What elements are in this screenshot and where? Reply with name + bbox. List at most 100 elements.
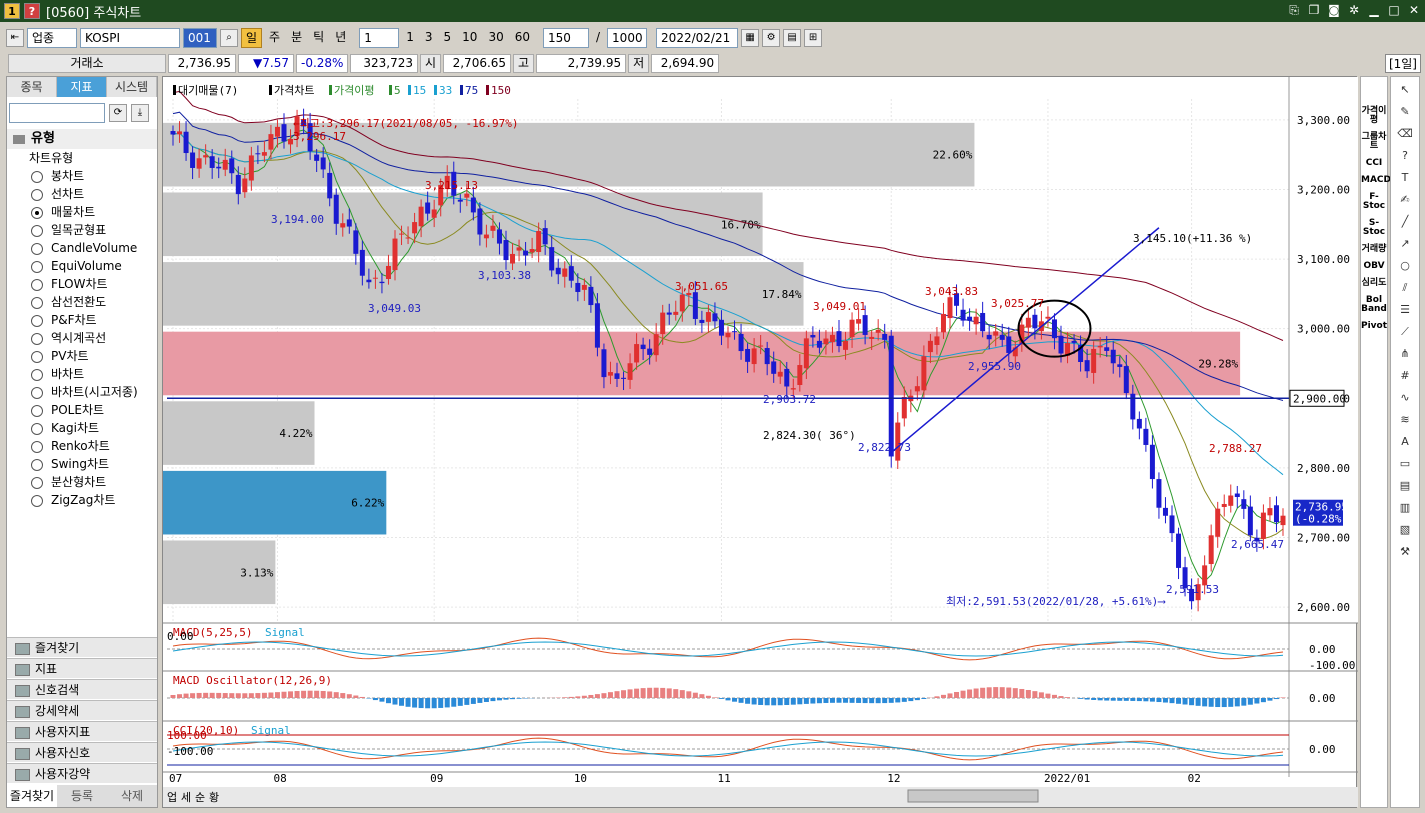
indicator-tool[interactable]: 그룹차트: [1361, 133, 1387, 151]
gear-icon[interactable]: ✲: [1347, 2, 1361, 18]
indicator-tool[interactable]: Bol Band: [1361, 296, 1387, 314]
interval-10[interactable]: 10: [458, 28, 481, 48]
chart-type-option[interactable]: Swing차트: [7, 455, 157, 473]
indicator-tool[interactable]: S-Stoc: [1361, 219, 1387, 237]
code-input[interactable]: 001: [183, 28, 217, 48]
count-stepper[interactable]: 150: [543, 28, 589, 48]
chart-type-option[interactable]: P&F차트: [7, 311, 157, 329]
chart-area[interactable]: 3,300.00 3,200.00 3,100.00 3,000.00 2,900.00…: [162, 76, 1358, 809]
chart-type-option[interactable]: EquiVolume: [7, 257, 157, 275]
period-tick[interactable]: 틱: [309, 28, 328, 48]
indicator-tool[interactable]: OBV: [1361, 262, 1387, 271]
total-count[interactable]: 1000: [607, 28, 648, 48]
report-icon[interactable]: ▧: [1395, 521, 1415, 539]
eraser-icon[interactable]: ✎: [1395, 103, 1415, 121]
refresh-icon[interactable]: ⟳: [109, 104, 127, 122]
symbol-select[interactable]: KOSPI: [80, 28, 180, 48]
tab-stock[interactable]: 종목: [7, 77, 57, 97]
indicator-search-input[interactable]: [9, 103, 105, 123]
fibo-icon[interactable]: ☰: [1395, 301, 1415, 319]
chart-type-option[interactable]: ZigZag차트: [7, 491, 157, 509]
section-type[interactable]: 유형: [7, 129, 157, 149]
chart-type-option[interactable]: 삼선전환도: [7, 293, 157, 311]
chart-type-option[interactable]: 바차트(시고저종): [7, 383, 157, 401]
circle-icon[interactable]: ○: [1395, 257, 1415, 275]
chart-type-option[interactable]: POLE차트: [7, 401, 157, 419]
tab-system[interactable]: 시스템: [107, 77, 157, 97]
indicator-tool[interactable]: 가격이평: [1361, 107, 1387, 125]
search-icon[interactable]: ⌕: [220, 29, 238, 47]
indicator-tool[interactable]: CCI: [1361, 159, 1387, 168]
pitchfork-icon[interactable]: ⋔: [1395, 345, 1415, 363]
interval-3[interactable]: 3: [421, 28, 437, 48]
folder-4[interactable]: 사용자지표: [7, 721, 157, 741]
bar-chart-icon[interactable]: ▥: [1395, 499, 1415, 517]
chart-type-option[interactable]: 바차트: [7, 365, 157, 383]
chart-type-option[interactable]: 일목균형표: [7, 221, 157, 239]
wave-icon[interactable]: ≋: [1395, 411, 1415, 429]
folder-2[interactable]: 신호검색: [7, 679, 157, 699]
help-badge[interactable]: ?: [24, 3, 40, 19]
interval-5[interactable]: 5: [440, 28, 456, 48]
auto-icon[interactable]: A: [1395, 433, 1415, 451]
prev-symbol-icon[interactable]: ⇤: [6, 29, 24, 47]
channel-icon[interactable]: ⫽: [1395, 279, 1415, 297]
settings-icon[interactable]: ⚙: [762, 29, 781, 47]
wrench-icon[interactable]: ⚒: [1395, 543, 1415, 561]
tab-register[interactable]: 등록: [57, 785, 107, 807]
copy-icon[interactable]: ❐: [1307, 2, 1321, 18]
interval-select[interactable]: 1: [359, 28, 400, 48]
close-icon[interactable]: ✕: [1407, 2, 1421, 18]
cycle-icon[interactable]: ∿: [1395, 389, 1415, 407]
period-minute[interactable]: 분: [287, 28, 306, 48]
save-icon[interactable]: ▤: [783, 29, 802, 47]
gann-icon[interactable]: ⟋: [1395, 323, 1415, 341]
help-icon[interactable]: ?: [1395, 147, 1415, 165]
category-select[interactable]: 업종: [27, 28, 77, 48]
chart-type-option[interactable]: PV차트: [7, 347, 157, 365]
text-icon[interactable]: T: [1395, 169, 1415, 187]
indicator-tool[interactable]: MACD: [1361, 176, 1391, 185]
camera-icon[interactable]: ◙: [1327, 2, 1341, 18]
chart-type-option[interactable]: 분산형차트: [7, 473, 157, 491]
download-icon[interactable]: ⤓: [131, 104, 149, 122]
pen-icon[interactable]: ✍: [1395, 191, 1415, 209]
table-icon[interactable]: ▤: [1395, 477, 1415, 495]
period-week[interactable]: 주: [265, 28, 284, 48]
delete-all-icon[interactable]: ⌫: [1395, 125, 1415, 143]
chart-type-option[interactable]: 봉차트: [7, 167, 157, 185]
chart-type-node[interactable]: 차트유형: [7, 149, 157, 167]
maximize-icon[interactable]: □: [1387, 2, 1401, 18]
tools-icon[interactable]: ⊞: [804, 29, 823, 47]
link-icon[interactable]: ⎘: [1287, 2, 1301, 18]
indicator-tool[interactable]: F-Stoc: [1361, 193, 1387, 211]
folder-1[interactable]: 지표: [7, 658, 157, 678]
period-day[interactable]: 일: [241, 28, 263, 48]
chart-type-option[interactable]: 선차트: [7, 185, 157, 203]
chart-type-option[interactable]: Kagi차트: [7, 419, 157, 437]
line-icon[interactable]: ╱: [1395, 213, 1415, 231]
tab-delete[interactable]: 삭제: [107, 785, 157, 807]
ray-icon[interactable]: ↗: [1395, 235, 1415, 253]
chart-type-option[interactable]: 역시계곡선: [7, 329, 157, 347]
indicator-tool[interactable]: 심리도: [1361, 279, 1387, 288]
indicator-tool[interactable]: 거래량: [1361, 245, 1387, 254]
window-icon[interactable]: ▭: [1395, 455, 1415, 473]
period-year[interactable]: 년: [331, 28, 350, 48]
chart-type-option[interactable]: Renko차트: [7, 437, 157, 455]
date-picker[interactable]: 2022/02/21: [656, 28, 739, 48]
tab-favorites[interactable]: 즐겨찾기: [7, 785, 57, 807]
folder-3[interactable]: 강세약세: [7, 700, 157, 720]
folder-5[interactable]: 사용자신호: [7, 742, 157, 762]
interval-30[interactable]: 30: [484, 28, 507, 48]
chart-type-option[interactable]: 매물차트: [7, 203, 157, 221]
folder-6[interactable]: 사용자강약: [7, 763, 157, 783]
price-chart-svg[interactable]: 3,300.00 3,200.00 3,100.00 3,000.00 2,900.00…: [163, 77, 1358, 809]
chart-type-option[interactable]: FLOW차트: [7, 275, 157, 293]
interval-60[interactable]: 60: [511, 28, 534, 48]
interval-1[interactable]: 1: [402, 28, 418, 48]
tab-indicator[interactable]: 지표: [57, 77, 107, 97]
chart-type-option[interactable]: CandleVolume: [7, 239, 157, 257]
grid-icon[interactable]: #: [1395, 367, 1415, 385]
folder-0[interactable]: 즐겨찾기: [7, 637, 157, 657]
